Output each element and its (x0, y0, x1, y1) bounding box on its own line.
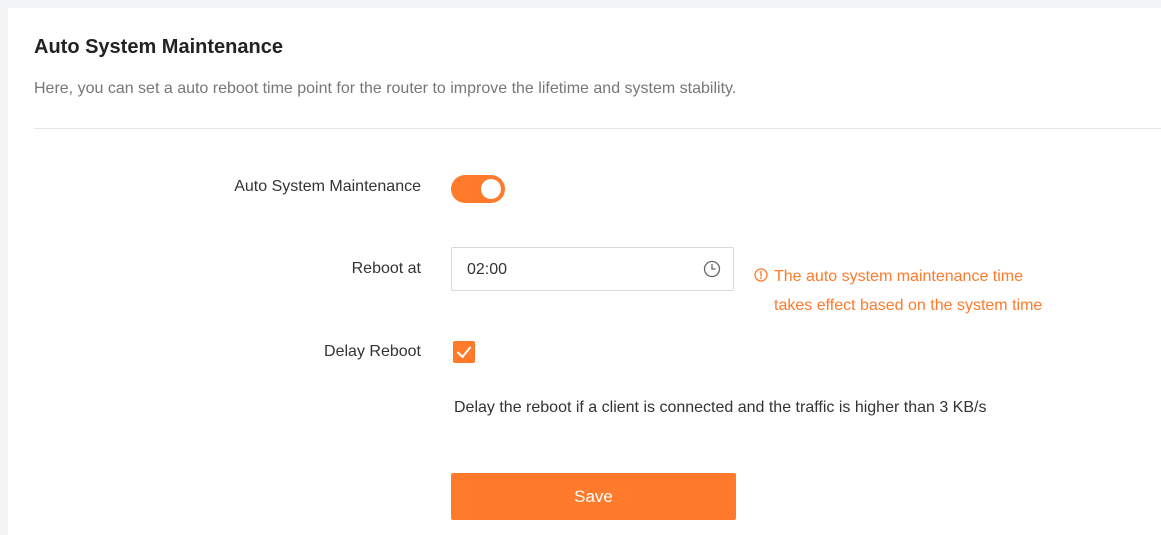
check-icon (457, 346, 471, 358)
clock-icon[interactable] (703, 260, 721, 278)
hint-line-2: takes effect based on the system time (774, 297, 1043, 314)
page-description: Here, you can set a auto reboot time poi… (34, 80, 737, 97)
delay-reboot-label: Delay Reboot (324, 343, 421, 360)
delay-reboot-note: Delay the reboot if a client is connecte… (454, 399, 987, 416)
auto-maintenance-label: Auto System Maintenance (234, 178, 421, 195)
reboot-time-value: 02:00 (467, 261, 508, 278)
reboot-time-input[interactable]: 02:00 (451, 247, 734, 291)
toggle-knob (481, 179, 501, 199)
reboot-at-label: Reboot at (351, 260, 421, 277)
hint-line-1: The auto system maintenance time (774, 268, 1024, 285)
delay-reboot-checkbox[interactable] (453, 341, 475, 363)
save-button[interactable]: Save (451, 473, 736, 520)
reboot-time-hint: The auto system maintenance time takes e… (754, 262, 1042, 320)
divider (34, 128, 1161, 129)
page-title: Auto System Maintenance (34, 36, 283, 58)
maintenance-panel: Auto System Maintenance Here, you can se… (8, 8, 1161, 535)
warning-circle-icon (754, 268, 768, 282)
auto-maintenance-toggle[interactable] (451, 175, 505, 203)
